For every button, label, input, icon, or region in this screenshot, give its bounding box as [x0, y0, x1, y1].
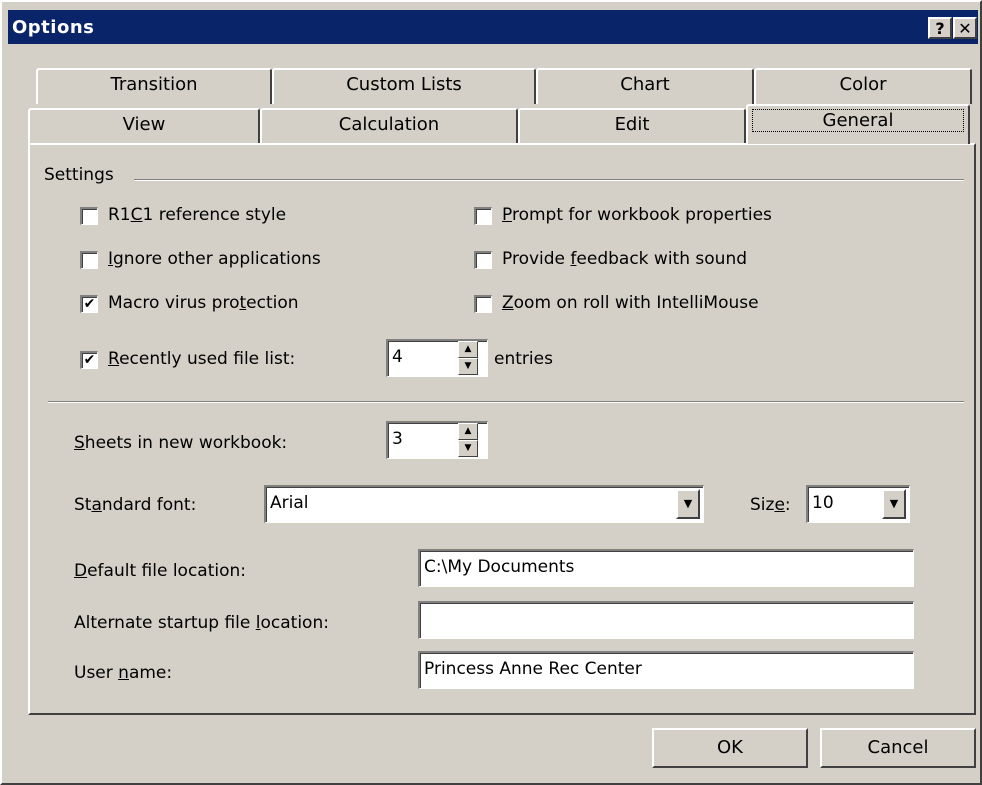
- settings-group-label: Settings: [44, 165, 122, 185]
- close-icon: ✕: [958, 19, 972, 38]
- title-bar: Options ? ✕: [8, 10, 978, 44]
- tab-label: Calculation: [338, 114, 440, 135]
- check-icon: ✔: [83, 352, 96, 368]
- tab-label: View: [122, 114, 166, 135]
- help-icon: ?: [935, 19, 945, 38]
- cancel-button[interactable]: Cancel: [820, 728, 976, 768]
- size-label: Size:: [750, 495, 791, 515]
- tab-label: Chart: [620, 74, 670, 95]
- tab-chart[interactable]: Chart: [536, 68, 754, 104]
- feedback-sound-checkbox[interactable]: [474, 251, 492, 269]
- recent-files-spinner[interactable]: ▲ ▼: [458, 341, 478, 375]
- default-location-label: Default file location:: [74, 561, 246, 581]
- options-dialog: Options ? ✕ Transition Custom Lists Char…: [0, 0, 982, 785]
- ignore-apps-checkbox[interactable]: [80, 251, 98, 269]
- tab-transition[interactable]: Transition: [36, 68, 272, 104]
- alt-location-input[interactable]: [418, 601, 914, 639]
- recent-files-label: Recently used file list:: [108, 349, 296, 369]
- ignore-apps-label: Ignore other applications: [108, 249, 321, 269]
- zoom-roll-label: Zoom on roll with IntelliMouse: [502, 293, 759, 313]
- tab-label: General: [751, 109, 965, 132]
- chevron-down-icon: ▼: [683, 497, 693, 510]
- sheets-label: Sheets in new workbook:: [74, 433, 288, 453]
- tab-view[interactable]: View: [28, 108, 260, 144]
- tab-custom-lists[interactable]: Custom Lists: [272, 68, 536, 104]
- check-icon: ✔: [83, 296, 96, 312]
- feedback-sound-label: Provide feedback with sound: [502, 249, 748, 269]
- font-dropdown-button[interactable]: ▼: [676, 489, 700, 519]
- spin-down-icon[interactable]: ▼: [458, 440, 478, 457]
- tab-edit[interactable]: Edit: [518, 108, 746, 144]
- section-divider: [48, 401, 964, 403]
- tab-general[interactable]: General: [746, 104, 970, 144]
- spin-down-icon[interactable]: ▼: [458, 358, 478, 375]
- standard-font-label: Standard font:: [74, 495, 197, 515]
- chevron-down-icon: ▼: [889, 497, 899, 510]
- macro-label: Macro virus protection: [108, 293, 299, 313]
- recent-files-suffix: entries: [494, 349, 553, 369]
- user-name-label: User name:: [74, 663, 173, 683]
- default-location-input[interactable]: C:\My Documents: [418, 549, 914, 587]
- tab-label: Edit: [614, 114, 650, 135]
- r1c1-label: R1C1 reference style: [108, 205, 287, 225]
- tab-label: Transition: [110, 74, 198, 95]
- spin-up-icon[interactable]: ▲: [458, 341, 478, 358]
- general-tab-panel: Settings R1C1 reference style Ignore oth…: [28, 143, 976, 715]
- recent-files-checkbox[interactable]: ✔: [80, 351, 98, 369]
- settings-group-divider: [134, 179, 964, 181]
- standard-font-select[interactable]: Arial: [264, 485, 704, 523]
- window-title: Options: [12, 17, 95, 38]
- ok-button[interactable]: OK: [652, 728, 808, 768]
- alt-location-label: Alternate startup file location:: [74, 613, 329, 633]
- prompt-props-label: Prompt for workbook properties: [502, 205, 772, 225]
- zoom-roll-checkbox[interactable]: [474, 295, 492, 313]
- user-name-input[interactable]: Princess Anne Rec Center: [418, 651, 914, 689]
- close-button[interactable]: ✕: [953, 17, 977, 39]
- tab-color[interactable]: Color: [754, 68, 972, 104]
- tab-label: Custom Lists: [346, 74, 462, 95]
- sheets-spinner[interactable]: ▲ ▼: [458, 423, 478, 457]
- macro-checkbox[interactable]: ✔: [80, 295, 98, 313]
- help-button[interactable]: ?: [928, 17, 952, 39]
- tab-calculation[interactable]: Calculation: [260, 108, 518, 144]
- tab-label: Color: [839, 74, 887, 95]
- size-dropdown-button[interactable]: ▼: [882, 489, 906, 519]
- spin-up-icon[interactable]: ▲: [458, 423, 478, 440]
- r1c1-checkbox[interactable]: [80, 207, 98, 225]
- prompt-props-checkbox[interactable]: [474, 207, 492, 225]
